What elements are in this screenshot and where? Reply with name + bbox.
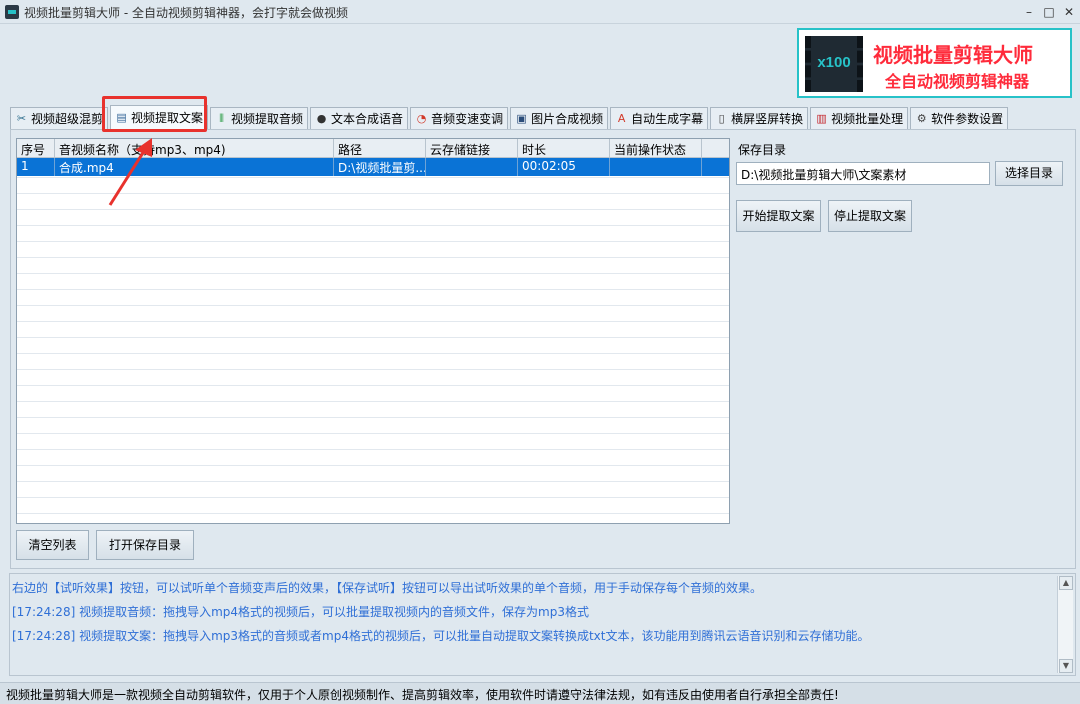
scroll-down-icon[interactable]: ▼ bbox=[1059, 659, 1073, 673]
tab-label: 横屏竖屏转换 bbox=[731, 112, 804, 126]
grid-empty-area bbox=[17, 177, 729, 523]
tab-label: 图片合成视频 bbox=[531, 112, 604, 126]
tab-label: 视频批量处理 bbox=[831, 112, 904, 126]
maximize-button[interactable]: □ bbox=[1040, 3, 1058, 21]
tab-label: 视频提取音频 bbox=[231, 112, 304, 126]
tab-auto-subtitle[interactable]: A 自动生成字幕 bbox=[610, 107, 709, 129]
app-icon bbox=[5, 5, 19, 19]
column-header[interactable]: 时长 bbox=[518, 139, 610, 157]
log-line: [17:24:28] 视频提取音频：拖拽导入mp4格式的视频后，可以批量提取视频… bbox=[12, 605, 589, 619]
cell-name: 合成.mp4 bbox=[55, 158, 334, 176]
tab-orientation[interactable]: ▯ 横屏竖屏转换 bbox=[710, 107, 809, 129]
tab-label: 音频变速变调 bbox=[431, 112, 504, 126]
picture-icon: ▣ bbox=[516, 112, 527, 125]
tab-text-to-speech[interactable]: ● 文本合成语音 bbox=[310, 107, 409, 129]
brand-subtitle: 全自动视频剪辑神器 bbox=[885, 72, 1030, 91]
cell-cloud-link bbox=[426, 158, 518, 176]
gauge-icon: ◔ bbox=[416, 112, 427, 125]
stop-extract-button[interactable]: 停止提取文案 bbox=[828, 200, 912, 232]
grid-header: 序号 音视频名称（支持mp3、mp4) 路径 云存储链接 时长 当前操作状态 bbox=[17, 139, 729, 158]
brand-logo: x100 视频批量剪辑大师 全自动视频剪辑神器 bbox=[797, 28, 1072, 98]
column-header[interactable]: 音视频名称（支持mp3、mp4) bbox=[55, 139, 334, 157]
column-header[interactable]: 当前操作状态 bbox=[610, 139, 702, 157]
cell-path: D:\视频批量剪... bbox=[334, 158, 426, 176]
column-header[interactable]: 序号 bbox=[17, 139, 55, 157]
tab-extract-audio[interactable]: ⦀ 视频提取音频 bbox=[210, 107, 309, 129]
column-header[interactable]: 路径 bbox=[334, 139, 426, 157]
font-icon: A bbox=[617, 112, 626, 125]
log-scrollbar[interactable]: ▲ ▼ bbox=[1057, 576, 1073, 673]
log-line: 右边的【试听效果】按钮，可以试听单个音频变声后的效果，【保存试听】按钮可以导出试… bbox=[12, 581, 763, 595]
log-line: [17:24:28] 视频提取文案：拖拽导入mp3格式的音频或者mp4格式的视频… bbox=[12, 629, 870, 643]
audio-bars-icon: ⦀ bbox=[219, 112, 224, 125]
scissors-icon: ✂ bbox=[16, 112, 27, 125]
gear-icon: ⚙ bbox=[916, 112, 927, 125]
minimize-button[interactable]: – bbox=[1020, 3, 1038, 21]
highlight-annotation bbox=[102, 96, 207, 132]
tab-label: 视频超级混剪 bbox=[31, 112, 104, 126]
tab-label: 文本合成语音 bbox=[331, 112, 404, 126]
file-list-grid[interactable]: 序号 音视频名称（支持mp3、mp4) 路径 云存储链接 时长 当前操作状态 1… bbox=[16, 138, 730, 524]
title-bar: 视频批量剪辑大师 - 全自动视频剪辑神器，会打字就会做视频 – □ ✕ bbox=[0, 0, 1080, 24]
rotate-screen-icon: ▯ bbox=[718, 112, 725, 125]
log-panel[interactable]: 右边的【试听效果】按钮，可以试听单个音频变声后的效果，【保存试听】按钮可以导出试… bbox=[9, 573, 1076, 676]
brand-title: 视频批量剪辑大师 bbox=[873, 43, 1033, 67]
column-header[interactable]: 云存储链接 bbox=[426, 139, 518, 157]
start-extract-button[interactable]: 开始提取文案 bbox=[736, 200, 821, 232]
tab-settings[interactable]: ⚙ 软件参数设置 bbox=[910, 107, 1009, 129]
open-save-dir-button[interactable]: 打开保存目录 bbox=[96, 530, 194, 560]
column-header-filler bbox=[702, 139, 728, 157]
cell-duration: 00:02:05 bbox=[518, 158, 610, 176]
save-dir-label: 保存目录 bbox=[738, 143, 787, 157]
table-row[interactable]: 1 合成.mp4 D:\视频批量剪... 00:02:05 bbox=[17, 158, 729, 176]
tab-label: 软件参数设置 bbox=[931, 112, 1004, 126]
status-bar: 视频批量剪辑大师是一款视频全自动剪辑软件，仅用于个人原创视频制作、提高剪辑效率，… bbox=[0, 682, 1080, 704]
tab-batch-process[interactable]: ▥ 视频批量处理 bbox=[810, 107, 909, 129]
save-dir-input[interactable]: D:\视频批量剪辑大师\文案素材 bbox=[736, 162, 990, 185]
microphone-icon: ● bbox=[316, 112, 327, 125]
film-icon: ▥ bbox=[816, 112, 827, 125]
brand-badge: x100 bbox=[817, 54, 851, 71]
film-strip-icon: x100 bbox=[805, 36, 863, 92]
clear-list-button[interactable]: 清空列表 bbox=[16, 530, 89, 560]
window-title: 视频批量剪辑大师 - 全自动视频剪辑神器，会打字就会做视频 bbox=[24, 6, 348, 20]
tab-audio-speed[interactable]: ◔ 音频变速变调 bbox=[410, 107, 509, 129]
tab-video-mix[interactable]: ✂ 视频超级混剪 bbox=[10, 107, 109, 129]
scroll-up-icon[interactable]: ▲ bbox=[1059, 576, 1073, 590]
tab-image-to-video[interactable]: ▣ 图片合成视频 bbox=[510, 107, 609, 129]
tab-label: 自动生成字幕 bbox=[631, 112, 704, 126]
close-button[interactable]: ✕ bbox=[1060, 3, 1078, 21]
cell-status bbox=[610, 158, 702, 176]
cell-index: 1 bbox=[17, 158, 55, 176]
choose-dir-button[interactable]: 选择目录 bbox=[995, 161, 1063, 186]
